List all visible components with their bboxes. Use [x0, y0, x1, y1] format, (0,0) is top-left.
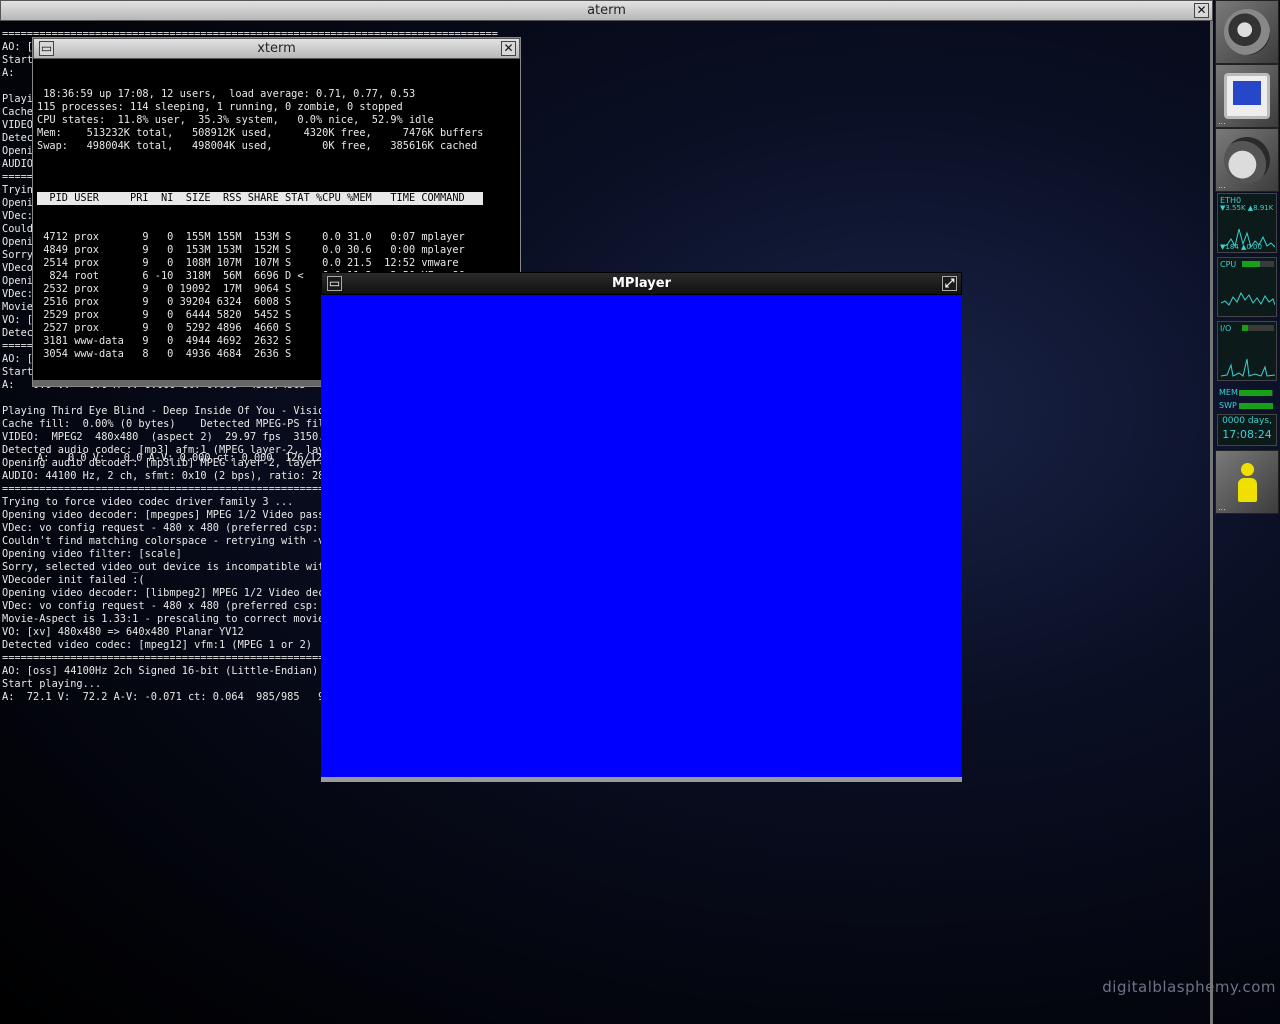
- close-icon[interactable]: ✕: [1194, 3, 1209, 18]
- cpu-level-bar: [1242, 261, 1274, 267]
- io-label: I/O: [1220, 324, 1232, 333]
- swp-label: SWP: [1219, 401, 1237, 410]
- xterm-titlebar[interactable]: ▭ xterm ✕: [33, 38, 520, 59]
- close-icon[interactable]: ✕: [501, 41, 516, 56]
- dock-tile-monitor[interactable]: ...: [1215, 64, 1279, 128]
- swp-level-bar: [1239, 403, 1273, 409]
- window-menu-icon[interactable]: ▭: [39, 41, 54, 56]
- swap-meter: SWP: [1217, 400, 1277, 412]
- mem-label: MEM: [1219, 388, 1238, 397]
- mplayer-bottom-border: [321, 777, 962, 782]
- person-icon: [1224, 459, 1270, 505]
- dock-tile-satellite[interactable]: ...: [1215, 128, 1279, 192]
- aterm-scrollbar[interactable]: [1210, 21, 1213, 1024]
- top-summary-line: 18:36:59 up 17:08, 12 users, load averag…: [37, 88, 416, 100]
- mem-meter: MEM: [1217, 387, 1277, 399]
- uptime-days: 0000 days,: [1222, 416, 1272, 426]
- uptime-clock: 0000 days, 17:08:24: [1217, 414, 1277, 446]
- top-summary: 18:36:59 up 17:08, 12 users, load averag…: [37, 88, 483, 166]
- cpu-graph: [1221, 291, 1275, 306]
- aterm-titlebar[interactable]: aterm ✕: [0, 0, 1213, 21]
- io-level-fill: [1242, 325, 1249, 331]
- top-summary-line: CPU states: 11.8% user, 35.3% system, 0.…: [37, 114, 434, 126]
- mplayer-title: MPlayer: [612, 276, 671, 291]
- cpu-label: CPU: [1220, 260, 1237, 269]
- top-summary-line: Mem: 513232K total, 508912K used, 4320K …: [37, 127, 484, 139]
- mem-level-bar: [1239, 390, 1273, 396]
- dock: ... ... ETH0 ▼3.55K ▲8.91K ▼184 ▲0.00 CP…: [1215, 0, 1280, 515]
- top-summary-line: [37, 153, 483, 166]
- io-graph: [1221, 358, 1275, 377]
- video-area[interactable]: [321, 295, 962, 777]
- dock-tile-person[interactable]: ...: [1215, 450, 1279, 514]
- mem-level-fill: [1239, 390, 1273, 396]
- process-row: 4849 prox 9 0 153M 153M 152M S 0.0 30.6 …: [37, 244, 465, 256]
- windowmaker-logo-icon: [1224, 9, 1270, 55]
- dock-tile-logo[interactable]: [1215, 0, 1279, 64]
- process-row: 2514 prox 9 0 108M 107M 107M S 0.0 21.5 …: [37, 257, 459, 269]
- top-summary-line: 115 processes: 114 sleeping, 1 running, …: [37, 101, 403, 113]
- net-monitor[interactable]: ETH0 ▼3.55K ▲8.91K ▼184 ▲0.00: [1217, 193, 1277, 253]
- cpu-level-fill: [1242, 261, 1260, 267]
- net-rates-secondary: ▼184 ▲0.00: [1220, 243, 1262, 251]
- net-rates: ▼3.55K ▲8.91K: [1220, 204, 1274, 212]
- mplayer-titlebar[interactable]: ▭ MPlayer ⤢: [321, 272, 962, 295]
- cpu-monitor[interactable]: CPU: [1217, 257, 1277, 317]
- io-level-bar: [1242, 325, 1274, 331]
- uptime-time: 17:08:24: [1222, 428, 1272, 441]
- monitor-icon: [1224, 73, 1270, 119]
- process-row: 4712 prox 9 0 155M 155M 153M S 0.0 31.0 …: [37, 231, 465, 243]
- swp-level-fill: [1239, 403, 1273, 409]
- maximize-icon[interactable]: ⤢: [942, 276, 957, 291]
- top-summary-line: Swap: 498004K total, 498004K used, 0K fr…: [37, 140, 478, 152]
- aterm-title: aterm: [587, 3, 626, 18]
- window-menu-icon[interactable]: ▭: [327, 276, 342, 291]
- dock-dots: ...: [1218, 503, 1226, 512]
- top-column-header: PID USER PRI NI SIZE RSS SHARE STAT %CPU…: [37, 192, 484, 205]
- satellite-dish-icon: [1224, 137, 1270, 183]
- dock-dots: ...: [1218, 117, 1226, 126]
- xterm-title: xterm: [257, 41, 296, 56]
- dock-dots: ...: [1218, 181, 1226, 190]
- mplayer-window[interactable]: ▭ MPlayer ⤢: [321, 272, 962, 782]
- io-monitor[interactable]: I/O: [1217, 321, 1277, 381]
